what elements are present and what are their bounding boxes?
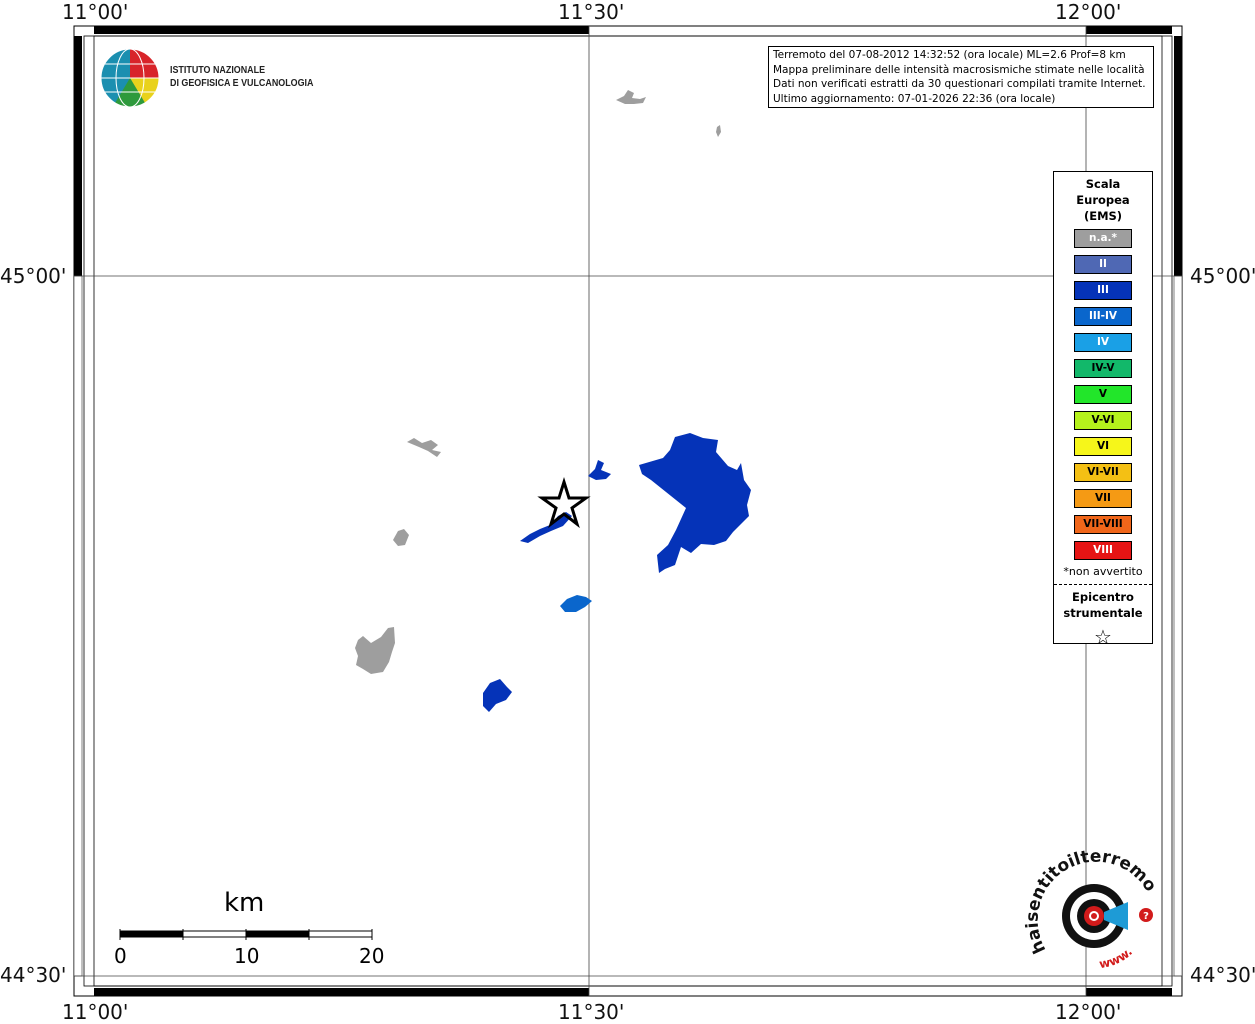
lon-label-top-1100: 11°00' bbox=[62, 0, 129, 24]
lon-label-bottom-1100: 11°00' bbox=[62, 1000, 129, 1024]
scale-tick-0: 0 bbox=[114, 944, 127, 968]
legend-items: n.a.* II III III-IV IV IV-V V V-VI VI VI-VII VII VI… bbox=[1054, 229, 1152, 560]
ingv-logo-line1: ISTITUTO NAZIONALE bbox=[170, 64, 266, 76]
frame-bar-top-right bbox=[1086, 26, 1172, 34]
event-info-line2: Mappa preliminare delle intensità macros… bbox=[773, 63, 1145, 76]
legend-item: VI bbox=[1074, 437, 1132, 456]
event-info-box: Terremoto del 07-08-2012 14:32:52 (ora l… bbox=[768, 46, 1154, 108]
legend-title-line2: Europea bbox=[1076, 193, 1130, 207]
frame-bar-right-bottom bbox=[1173, 275, 1183, 977]
lat-label-left-4430: 44°30' bbox=[0, 963, 67, 987]
legend-item: VI-VII bbox=[1074, 463, 1132, 482]
legend-title-line1: Scala bbox=[1085, 177, 1121, 191]
legend-item: V-VI bbox=[1074, 411, 1132, 430]
intensity-legend: Scala Europea (EMS) n.a.* II III III-IV IV IV… bbox=[1053, 171, 1153, 649]
ingv-logo-icon bbox=[100, 48, 160, 108]
ingv-logo-text: ISTITUTO NAZIONALE DI GEOFISICA E VULCAN… bbox=[170, 64, 313, 90]
legend-item: IV bbox=[1074, 333, 1132, 352]
event-info-line1: Terremoto del 07-08-2012 14:32:52 (ora l… bbox=[773, 49, 1126, 61]
frame-bar-left-bottom bbox=[73, 275, 83, 977]
lon-label-bottom-1130: 11°30' bbox=[558, 1000, 625, 1024]
scale-unit-label: km bbox=[224, 888, 265, 918]
scale-tick-10: 10 bbox=[234, 944, 260, 968]
legend-item: VII-VIII bbox=[1074, 515, 1132, 534]
legend-item: III-IV bbox=[1074, 307, 1132, 326]
legend-separator bbox=[1054, 584, 1152, 585]
map-frame bbox=[73, 25, 1183, 997]
event-info-line3: Dati non verificati estratti da 30 quest… bbox=[773, 78, 1146, 90]
lat-label-left-4500: 45°00' bbox=[0, 264, 67, 288]
legend-item: II bbox=[1074, 255, 1132, 274]
lat-label-right-4430: 44°30' bbox=[1190, 963, 1255, 987]
legend-star-icon: ☆ bbox=[1094, 625, 1112, 649]
legend-item: VIII bbox=[1074, 541, 1132, 560]
legend-title: Scala Europea (EMS) bbox=[1054, 176, 1152, 224]
frame-bar-top-left bbox=[94, 26, 589, 34]
ingv-logo-line2: DI GEOFISICA E VULCANOLOGIA bbox=[170, 77, 314, 89]
legend-item: V bbox=[1074, 385, 1132, 404]
lon-label-bottom-1200: 12°00' bbox=[1055, 1000, 1122, 1024]
frame-bar-right-top bbox=[1174, 36, 1182, 276]
frame-bar-bottom-left bbox=[94, 988, 589, 996]
legend-note: *non avvertito bbox=[1063, 565, 1143, 578]
legend-epicenter-line1: Epicentro bbox=[1072, 590, 1134, 604]
legend-item: n.a.* bbox=[1074, 229, 1132, 248]
legend-item: IV-V bbox=[1074, 359, 1132, 378]
legend-item: III bbox=[1074, 281, 1132, 300]
frame-bar-left-top bbox=[74, 36, 82, 276]
lon-label-top-1130: 11°30' bbox=[558, 0, 625, 24]
frame-bar-bottom-right bbox=[1086, 988, 1172, 996]
scale-tick-20: 20 bbox=[359, 944, 385, 968]
legend-epicenter-line2: strumentale bbox=[1063, 606, 1143, 620]
lat-label-right-4500: 45°00' bbox=[1190, 264, 1255, 288]
legend-title-line3: (EMS) bbox=[1083, 209, 1123, 223]
event-info-line4: Ultimo aggiornamento: 07-01-2026 22:36 (… bbox=[773, 92, 1056, 105]
legend-epicenter-label: Epicentro strumentale bbox=[1054, 589, 1152, 621]
legend-item: VII bbox=[1074, 489, 1132, 508]
lon-label-top-1200: 12°00' bbox=[1055, 0, 1122, 24]
svg-text:?: ? bbox=[1143, 911, 1149, 922]
